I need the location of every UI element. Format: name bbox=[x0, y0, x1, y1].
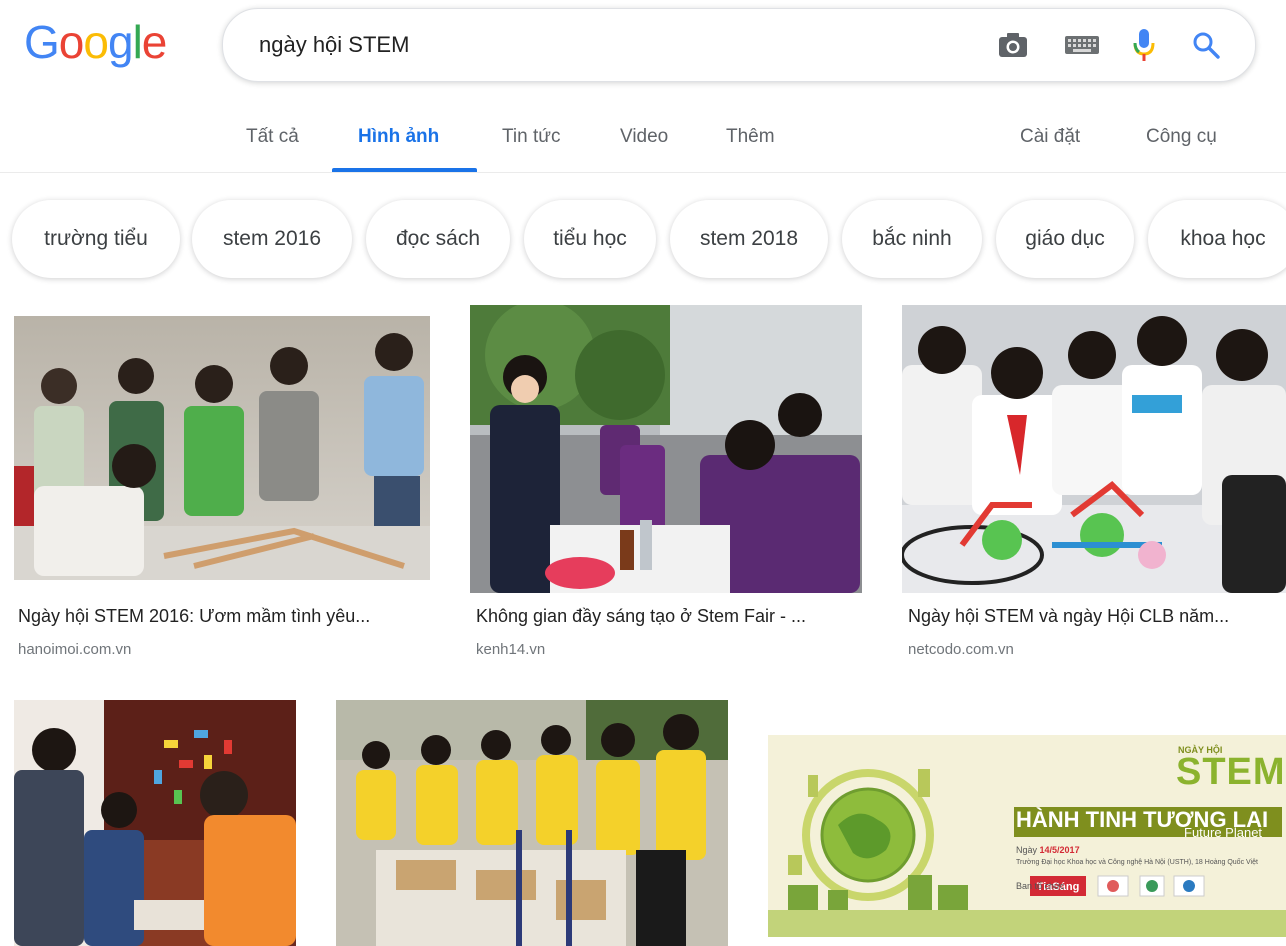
photo-students-yellow-shirts bbox=[336, 700, 728, 946]
result-image-1[interactable] bbox=[14, 316, 430, 580]
result-source-3: netcodo.com.vn bbox=[908, 641, 1014, 658]
logo-letter: l bbox=[132, 16, 143, 68]
chip-truong-tieu[interactable]: trường tiểu bbox=[12, 200, 180, 278]
search-box bbox=[222, 8, 1256, 82]
result-title-3[interactable]: Ngày hội STEM và ngày Hội CLB năm... bbox=[908, 606, 1229, 627]
photo-stem-fair-students bbox=[470, 305, 862, 593]
logo-letter: o bbox=[58, 16, 85, 68]
camera-icon[interactable] bbox=[995, 29, 1031, 61]
google-logo[interactable]: Google bbox=[24, 14, 168, 70]
result-image-4[interactable] bbox=[14, 700, 296, 946]
tab-all[interactable]: Tất cả bbox=[246, 126, 299, 148]
settings-link[interactable]: Cài đặt bbox=[1020, 126, 1080, 148]
chip-stem-2016[interactable]: stem 2016 bbox=[192, 200, 352, 278]
photo-kids-stem-fair bbox=[14, 316, 430, 580]
result-image-6[interactable]: TiaSáng NGÀY HỘI STEM HÀNH TINH TƯƠNG LA… bbox=[768, 735, 1286, 937]
poster-date-line: Ngày 14/5/2017 bbox=[1016, 845, 1080, 855]
chip-bac-ninh[interactable]: bắc ninh bbox=[842, 200, 982, 278]
search-icon[interactable] bbox=[1189, 29, 1223, 61]
tools-link[interactable]: Công cụ bbox=[1146, 126, 1217, 148]
logo-letter: e bbox=[141, 16, 168, 68]
poster-subtitle: Future Planet bbox=[1184, 825, 1263, 840]
result-title-1[interactable]: Ngày hội STEM 2016: Ươm mầm tình yêu... bbox=[18, 606, 370, 627]
search-input[interactable] bbox=[257, 27, 961, 63]
tab-news[interactable]: Tin tức bbox=[502, 126, 560, 148]
logo-letter: G bbox=[24, 16, 60, 68]
result-image-2[interactable] bbox=[470, 305, 862, 593]
tab-images[interactable]: Hình ảnh bbox=[358, 126, 439, 148]
microphone-icon[interactable] bbox=[1129, 29, 1159, 61]
result-image-3[interactable] bbox=[902, 305, 1286, 593]
chip-giao-duc[interactable]: giáo dục bbox=[996, 200, 1134, 278]
poster-date-label: Ngày bbox=[1016, 845, 1038, 855]
poster-date: 14/5/2017 bbox=[1039, 845, 1080, 855]
tab-more[interactable]: Thêm bbox=[726, 126, 775, 148]
logo-letter: g bbox=[107, 16, 134, 68]
active-tab-indicator bbox=[332, 168, 477, 172]
chip-tieu-hoc[interactable]: tiểu học bbox=[524, 200, 656, 278]
photo-robotics-club bbox=[902, 305, 1286, 593]
poster-stem-title: STEM bbox=[1176, 751, 1286, 793]
poster-venue: Trường Đại học Khoa học và Công nghệ Hà … bbox=[1016, 859, 1258, 866]
photo-puzzle-table bbox=[14, 700, 296, 946]
result-source-1: hanoimoi.com.vn bbox=[18, 641, 132, 658]
chip-doc-sach[interactable]: đọc sách bbox=[366, 200, 510, 278]
chip-stem-2018[interactable]: stem 2018 bbox=[670, 200, 828, 278]
search-tabs: Tất cả Hình ảnh Tin tức Video Thêm Cài đ… bbox=[0, 96, 1286, 173]
result-image-5[interactable] bbox=[336, 700, 728, 946]
poster-organizer: Ban tổ chức bbox=[1016, 881, 1065, 891]
tab-video[interactable]: Video bbox=[620, 126, 668, 148]
logo-letter: o bbox=[83, 16, 109, 68]
result-title-2[interactable]: Không gian đầy sáng tạo ở Stem Fair - ..… bbox=[476, 606, 806, 627]
result-source-2: kenh14.vn bbox=[476, 641, 546, 658]
chip-khoa-hoc[interactable]: khoa học bbox=[1148, 200, 1286, 278]
keyboard-icon[interactable] bbox=[1063, 29, 1101, 61]
